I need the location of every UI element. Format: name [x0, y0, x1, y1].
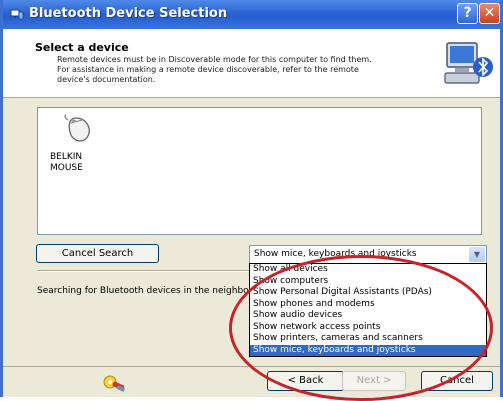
divider	[37, 270, 249, 272]
cancel-search-button[interactable]: Cancel Search	[36, 244, 159, 263]
mouse-icon	[62, 114, 96, 148]
description-line: Remote devices must be in Discoverable m…	[57, 55, 427, 65]
next-button[interactable]: Next >	[342, 371, 406, 391]
bluetooth-computer-icon	[441, 37, 495, 89]
footer-divider	[3, 366, 500, 367]
dropdown-option-pdas[interactable]: Show Personal Digital Assistants (PDAs)	[250, 287, 486, 299]
search-status-text: Searching for Bluetooth devices in the n…	[37, 286, 249, 296]
dropdown-option-all-devices[interactable]: Show all devices	[250, 264, 486, 276]
header-title: Select a device	[35, 41, 129, 54]
description-line: For assistance in making a remote device…	[57, 65, 427, 75]
help-button[interactable]: ?	[457, 3, 478, 24]
wizard-header: Select a device Remote devices must be i…	[3, 29, 500, 98]
dropdown-option-network-access-points[interactable]: Show network access points	[250, 322, 486, 334]
dropdown-option-mice-keyboards-joysticks[interactable]: Show mice, keyboards and joysticks	[250, 345, 486, 357]
title-bar[interactable]: Bluetooth Device Selection ? ✕	[3, 0, 500, 29]
dropdown-option-audio-devices[interactable]: Show audio devices	[250, 310, 486, 322]
device-name: BELKIN MOUSE	[50, 152, 110, 174]
dropdown-option-phones-modems[interactable]: Show phones and modems	[250, 299, 486, 311]
dropdown-option-printers-cameras-scanners[interactable]: Show printers, cameras and scanners	[250, 333, 486, 345]
back-button[interactable]: < Back	[267, 371, 344, 391]
device-name-line: MOUSE	[50, 163, 110, 174]
bluetooth-window-icon	[10, 8, 24, 20]
header-description: Remote devices must be in Discoverable m…	[57, 55, 427, 85]
chevron-down-icon[interactable]: ▼	[469, 247, 485, 262]
filter-selected-value: Show mice, keyboards and joysticks	[254, 249, 417, 259]
device-item-belkin-mouse[interactable]: BELKIN MOUSE	[50, 114, 110, 174]
description-line: device's documentation.	[57, 75, 427, 85]
bluetooth-device-selection-window: Bluetooth Device Selection ? ✕ Select a …	[0, 0, 503, 397]
device-list[interactable]: BELKIN MOUSE	[37, 107, 482, 235]
device-filter-select[interactable]: Show mice, keyboards and joysticks ▼	[249, 245, 487, 264]
device-name-line: BELKIN	[50, 152, 110, 163]
filter-dropdown-list[interactable]: Show all devices Show computers Show Per…	[249, 263, 487, 357]
window-title: Bluetooth Device Selection	[29, 6, 227, 21]
dropdown-option-computers[interactable]: Show computers	[250, 276, 486, 288]
bluetooth-key-icon	[102, 372, 130, 394]
close-button[interactable]: ✕	[479, 3, 500, 24]
cancel-button[interactable]: Cancel	[421, 371, 493, 391]
